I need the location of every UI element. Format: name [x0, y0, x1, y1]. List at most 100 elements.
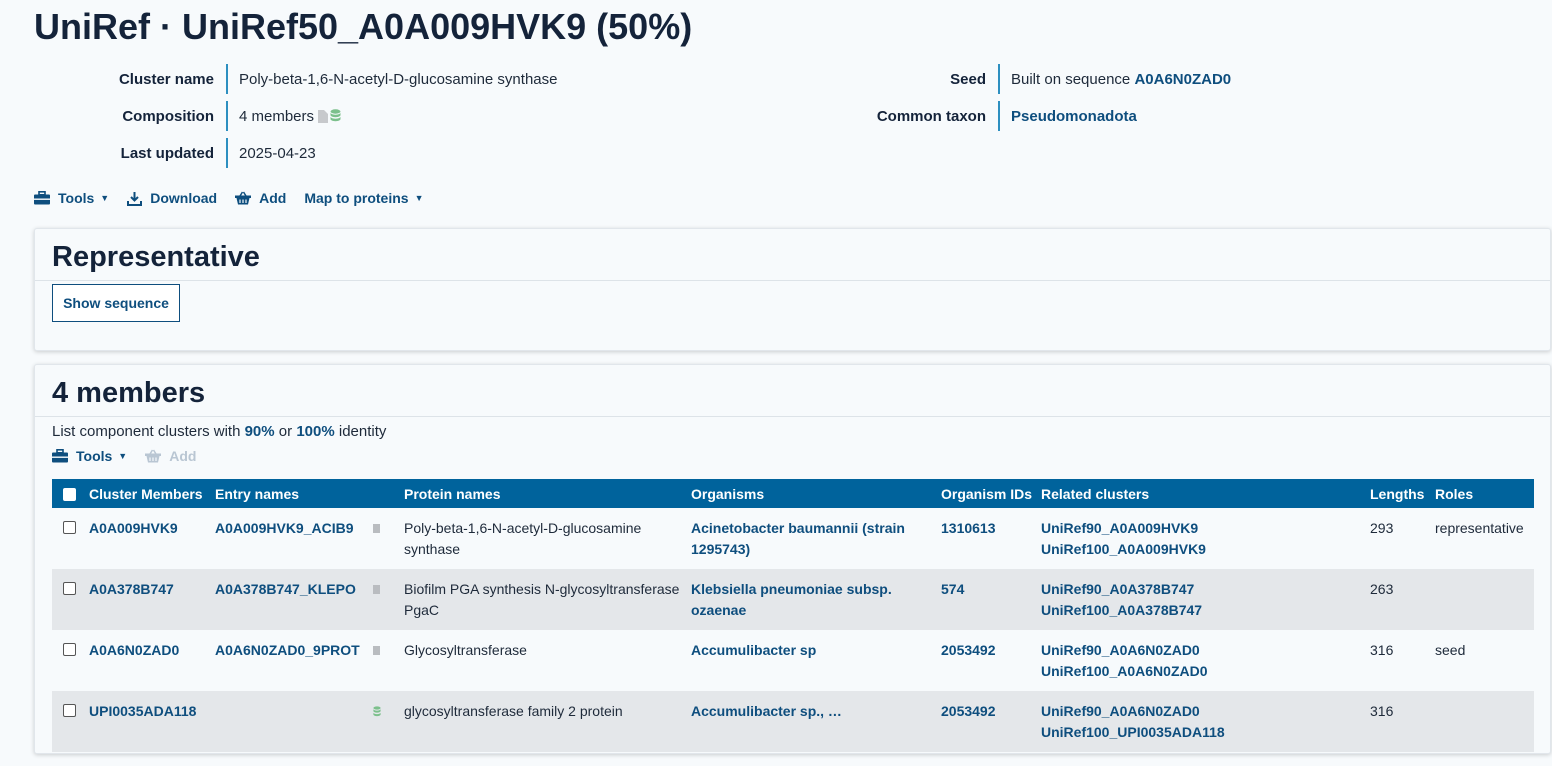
- organism-link[interactable]: Accumulibacter sp., …: [691, 703, 842, 719]
- common-taxon-row: Common taxon Pseudomonadota: [866, 101, 1137, 131]
- download-icon: [127, 191, 143, 206]
- subtitle-or: or: [278, 423, 293, 440]
- select-all-checkbox[interactable]: [63, 488, 76, 502]
- members-tools-label: Tools: [76, 448, 113, 464]
- separator: [998, 64, 1000, 94]
- col-protein-names[interactable]: Protein names: [404, 479, 691, 508]
- tools-button[interactable]: Tools ▼: [34, 190, 109, 206]
- row-checkbox[interactable]: [63, 704, 76, 717]
- organism-id-link[interactable]: 2053492: [941, 703, 996, 719]
- document-icon: [373, 524, 380, 533]
- representative-card: Representative Show sequence: [34, 228, 1551, 351]
- last-updated-row: Last updated 2025-04-23: [34, 138, 316, 168]
- download-button[interactable]: Download: [127, 190, 217, 206]
- members-toolbar: Tools ▼ Add: [52, 448, 214, 464]
- table-header: Cluster Members Entry names Protein name…: [52, 479, 1534, 508]
- related-90-link[interactable]: UniRef90_A0A6N0ZAD0: [1041, 642, 1200, 658]
- add-button[interactable]: Add: [235, 190, 286, 206]
- entry-link[interactable]: A0A378B747_KLEPO: [215, 581, 356, 597]
- document-icon: [318, 109, 329, 123]
- member-link[interactable]: A0A009HVK9: [89, 520, 178, 536]
- table-row: UPI0035ADA118 glycosyltransferase family…: [52, 691, 1534, 752]
- related-100-link[interactable]: UniRef100_UPI0035ADA118: [1041, 724, 1225, 740]
- common-taxon-link[interactable]: Pseudomonadota: [1011, 108, 1137, 125]
- last-updated-label: Last updated: [120, 144, 214, 162]
- toolbox-icon: [52, 449, 68, 463]
- database-icon: [373, 706, 381, 717]
- length: 263: [1370, 581, 1394, 597]
- representative-heading: Representative: [35, 229, 1550, 281]
- members-subtitle: List component clusters with 90% or 100%…: [52, 423, 386, 440]
- members-card: 4 members List component clusters with 9…: [34, 364, 1551, 754]
- entry-link[interactable]: A0A009HVK9_ACIB9: [215, 520, 354, 536]
- table-row: A0A378B747 A0A378B747_KLEPO Biofilm PGA …: [52, 569, 1534, 630]
- cluster-name-value: Poly-beta-1,6-N-acetyl-D-glucosamine syn…: [239, 70, 558, 88]
- caret-down-icon: ▼: [100, 193, 110, 203]
- members-add-label: Add: [169, 448, 197, 464]
- members-add-button[interactable]: Add: [145, 448, 196, 464]
- member-link[interactable]: UPI0035ADA118: [89, 703, 196, 719]
- member-link[interactable]: A0A378B747: [89, 581, 174, 597]
- show-sequence-button[interactable]: Show sequence: [52, 284, 180, 322]
- members-tools-button[interactable]: Tools ▼: [52, 448, 127, 464]
- length: 316: [1370, 642, 1394, 658]
- identity-100-link[interactable]: 100%: [296, 423, 334, 440]
- tools-label: Tools: [58, 190, 95, 206]
- document-icon: [373, 585, 380, 594]
- role: [1435, 569, 1534, 630]
- organism-id-link[interactable]: 1310613: [941, 520, 996, 536]
- organism-link[interactable]: Acinetobacter baumannii (strain 1295743): [691, 520, 905, 557]
- col-roles[interactable]: Roles: [1435, 479, 1534, 508]
- row-checkbox[interactable]: [63, 643, 76, 656]
- basket-icon: [145, 449, 162, 463]
- page-title: UniRef · UniRef50_A0A009HVK9 (50%): [34, 6, 693, 47]
- row-checkbox[interactable]: [63, 521, 76, 534]
- caret-down-icon: ▼: [118, 451, 128, 461]
- col-related-clusters[interactable]: Related clusters: [1041, 479, 1370, 508]
- col-cluster-members[interactable]: Cluster Members: [89, 479, 215, 508]
- row-checkbox[interactable]: [63, 582, 76, 595]
- separator: [998, 101, 1000, 131]
- related-90-link[interactable]: UniRef90_A0A009HVK9: [1041, 520, 1198, 536]
- common-taxon-label: Common taxon: [876, 107, 986, 125]
- organism-link[interactable]: Klebsiella pneumoniae subsp. ozaenae: [691, 581, 892, 618]
- composition-value: 4 members: [239, 107, 315, 125]
- map-to-proteins-button[interactable]: Map to proteins ▼: [304, 190, 423, 206]
- protein-name: Biofilm PGA synthesis N-glycosyltransfer…: [404, 581, 680, 618]
- add-label: Add: [259, 190, 287, 206]
- toolbox-icon: [34, 191, 50, 205]
- col-organism-ids[interactable]: Organism IDs: [941, 479, 1041, 508]
- protein-name: Glycosyltransferase: [404, 642, 527, 658]
- separator: [226, 138, 228, 168]
- map-label: Map to proteins: [304, 190, 409, 206]
- organism-link[interactable]: Accumulibacter sp: [691, 642, 816, 658]
- toolbar: Tools ▼ Download Add Map to proteins ▼: [34, 190, 441, 206]
- col-organisms[interactable]: Organisms: [691, 479, 941, 508]
- member-link[interactable]: A0A6N0ZAD0: [89, 642, 179, 658]
- length: 316: [1370, 703, 1394, 719]
- related-100-link[interactable]: UniRef100_A0A009HVK9: [1041, 541, 1206, 557]
- related-90-link[interactable]: UniRef90_A0A378B747: [1041, 581, 1194, 597]
- last-updated-value: 2025-04-23: [239, 144, 316, 162]
- organism-id-link[interactable]: 2053492: [941, 642, 996, 658]
- col-lengths[interactable]: Lengths: [1370, 479, 1435, 508]
- organism-id-link[interactable]: 574: [941, 581, 964, 597]
- composition-row: Composition 4 members: [34, 101, 341, 131]
- cluster-name-row: Cluster name Poly-beta-1,6-N-acetyl-D-gl…: [34, 64, 557, 94]
- separator: [226, 64, 228, 94]
- composition-label: Composition: [122, 107, 214, 125]
- related-90-link[interactable]: UniRef90_A0A6N0ZAD0: [1041, 703, 1200, 719]
- seed-link[interactable]: A0A6N0ZAD0: [1134, 71, 1231, 88]
- col-entry-names[interactable]: Entry names: [215, 479, 373, 508]
- caret-down-icon: ▼: [414, 193, 424, 203]
- protein-name: Poly-beta-1,6-N-acetyl-D-glucosamine syn…: [404, 520, 642, 557]
- basket-icon: [235, 191, 252, 205]
- related-100-link[interactable]: UniRef100_A0A378B747: [1041, 602, 1202, 618]
- identity-90-link[interactable]: 90%: [245, 423, 275, 440]
- table-row: A0A009HVK9 A0A009HVK9_ACIB9 Poly-beta-1,…: [52, 508, 1534, 569]
- entry-link[interactable]: A0A6N0ZAD0_9PROT: [215, 642, 360, 658]
- database-icon: [330, 109, 341, 122]
- related-100-link[interactable]: UniRef100_A0A6N0ZAD0: [1041, 663, 1208, 679]
- role: representative: [1435, 520, 1524, 536]
- separator: [226, 101, 228, 131]
